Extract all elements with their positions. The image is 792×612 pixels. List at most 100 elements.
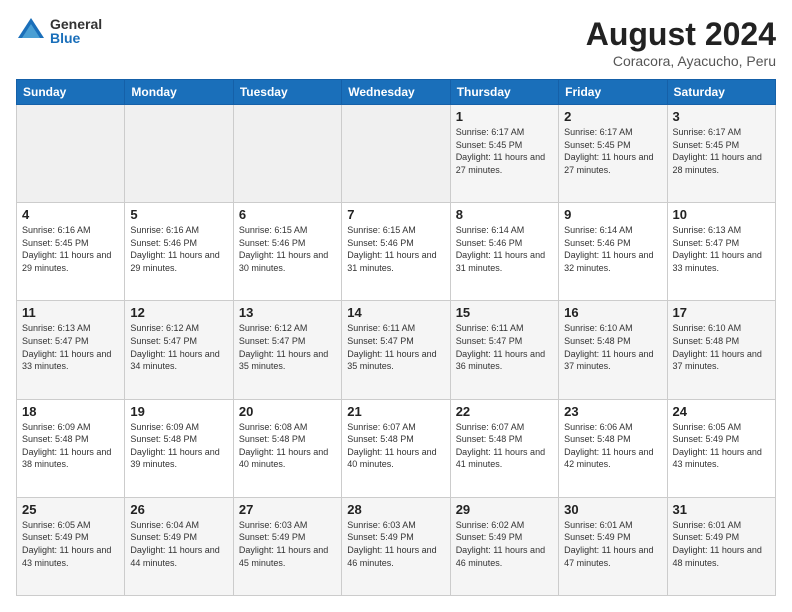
day-info: Sunrise: 6:05 AMSunset: 5:49 PMDaylight:… [22, 519, 119, 569]
calendar-week-1: 1 Sunrise: 6:17 AMSunset: 5:45 PMDaylight… [17, 105, 776, 203]
day-info: Sunrise: 6:05 AMSunset: 5:49 PMDaylight:… [673, 421, 770, 471]
calendar-cell: 17 Sunrise: 6:10 AMSunset: 5:48 PMDayligh… [667, 301, 775, 399]
calendar-cell: 1Sunrise: 6:17 AMSunset: 5:45 PMDaylight… [450, 105, 558, 203]
calendar-cell: 28Sunrise: 6:03 AMSunset: 5:49 PMDayligh… [342, 497, 450, 595]
day-number: 15 [456, 305, 553, 320]
header: General Blue August 2024 Coracora, Ayacu… [16, 16, 776, 69]
day-number: 6 [239, 207, 336, 222]
day-number: 27 [239, 502, 336, 517]
day-number: 11 [22, 305, 119, 320]
calendar-week-4: 18 Sunrise: 6:09 AMSunset: 5:48 PMDayligh… [17, 399, 776, 497]
day-info: Sunrise: 6:01 AMSunset: 5:49 PMDaylight:… [564, 519, 661, 569]
calendar-cell: 29Sunrise: 6:02 AMSunset: 5:49 PMDayligh… [450, 497, 558, 595]
day-number: 7 [347, 207, 444, 222]
calendar-week-5: 25Sunrise: 6:05 AMSunset: 5:49 PMDayligh… [17, 497, 776, 595]
calendar-cell: 25Sunrise: 6:05 AMSunset: 5:49 PMDayligh… [17, 497, 125, 595]
calendar: SundayMondayTuesdayWednesdayThursdayFrid… [16, 79, 776, 596]
day-header-sunday: Sunday [17, 80, 125, 105]
header-row: SundayMondayTuesdayWednesdayThursdayFrid… [17, 80, 776, 105]
day-header-saturday: Saturday [667, 80, 775, 105]
calendar-cell: 20 Sunrise: 6:08 AMSunset: 5:48 PMDayligh… [233, 399, 341, 497]
day-info: Sunrise: 6:15 AMSunset: 5:46 PMDaylight:… [347, 224, 444, 274]
day-number: 20 [239, 404, 336, 419]
calendar-week-2: 4 Sunrise: 6:16 AMSunset: 5:45 PMDaylight… [17, 203, 776, 301]
calendar-cell: 18 Sunrise: 6:09 AMSunset: 5:48 PMDayligh… [17, 399, 125, 497]
calendar-week-3: 11Sunrise: 6:13 AMSunset: 5:47 PMDayligh… [17, 301, 776, 399]
calendar-cell [17, 105, 125, 203]
calendar-cell: 8 Sunrise: 6:14 AMSunset: 5:46 PMDaylight… [450, 203, 558, 301]
calendar-cell: 16 Sunrise: 6:10 AMSunset: 5:48 PMDayligh… [559, 301, 667, 399]
day-info: Sunrise: 6:08 AMSunset: 5:48 PMDaylight:… [239, 421, 336, 471]
day-info: Sunrise: 6:10 AMSunset: 5:48 PMDaylight:… [673, 322, 770, 372]
day-number: 17 [673, 305, 770, 320]
day-info: Sunrise: 6:14 AMSunset: 5:46 PMDaylight:… [564, 224, 661, 274]
calendar-cell [125, 105, 233, 203]
day-number: 14 [347, 305, 444, 320]
calendar-cell: 13Sunrise: 6:12 AMSunset: 5:47 PMDayligh… [233, 301, 341, 399]
day-header-wednesday: Wednesday [342, 80, 450, 105]
logo-text: General Blue [50, 17, 102, 45]
main-title: August 2024 [586, 16, 776, 53]
day-number: 1 [456, 109, 553, 124]
day-info: Sunrise: 6:09 AMSunset: 5:48 PMDaylight:… [22, 421, 119, 471]
logo-icon [16, 16, 46, 46]
day-number: 21 [347, 404, 444, 419]
day-number: 22 [456, 404, 553, 419]
calendar-cell [342, 105, 450, 203]
day-info: Sunrise: 6:16 AMSunset: 5:45 PMDaylight:… [22, 224, 119, 274]
day-header-thursday: Thursday [450, 80, 558, 105]
day-number: 30 [564, 502, 661, 517]
day-header-friday: Friday [559, 80, 667, 105]
calendar-cell: 12Sunrise: 6:12 AMSunset: 5:47 PMDayligh… [125, 301, 233, 399]
day-info: Sunrise: 6:13 AMSunset: 5:47 PMDaylight:… [673, 224, 770, 274]
day-info: Sunrise: 6:10 AMSunset: 5:48 PMDaylight:… [564, 322, 661, 372]
logo: General Blue [16, 16, 102, 46]
day-info: Sunrise: 6:09 AMSunset: 5:48 PMDaylight:… [130, 421, 227, 471]
day-number: 3 [673, 109, 770, 124]
day-number: 26 [130, 502, 227, 517]
day-info: Sunrise: 6:17 AMSunset: 5:45 PMDaylight:… [673, 126, 770, 176]
day-number: 19 [130, 404, 227, 419]
day-info: Sunrise: 6:17 AMSunset: 5:45 PMDaylight:… [564, 126, 661, 176]
calendar-cell: 23Sunrise: 6:06 AMSunset: 5:48 PMDayligh… [559, 399, 667, 497]
subtitle: Coracora, Ayacucho, Peru [586, 53, 776, 69]
day-info: Sunrise: 6:11 AMSunset: 5:47 PMDaylight:… [347, 322, 444, 372]
title-block: August 2024 Coracora, Ayacucho, Peru [586, 16, 776, 69]
calendar-cell: 3 Sunrise: 6:17 AMSunset: 5:45 PMDaylight… [667, 105, 775, 203]
day-number: 4 [22, 207, 119, 222]
calendar-cell: 6 Sunrise: 6:15 AMSunset: 5:46 PMDaylight… [233, 203, 341, 301]
day-info: Sunrise: 6:04 AMSunset: 5:49 PMDaylight:… [130, 519, 227, 569]
day-number: 5 [130, 207, 227, 222]
calendar-cell: 26 Sunrise: 6:04 AMSunset: 5:49 PMDayligh… [125, 497, 233, 595]
day-info: Sunrise: 6:11 AMSunset: 5:47 PMDaylight:… [456, 322, 553, 372]
day-number: 18 [22, 404, 119, 419]
day-number: 24 [673, 404, 770, 419]
day-info: Sunrise: 6:15 AMSunset: 5:46 PMDaylight:… [239, 224, 336, 274]
calendar-cell [233, 105, 341, 203]
calendar-cell: 10Sunrise: 6:13 AMSunset: 5:47 PMDayligh… [667, 203, 775, 301]
calendar-cell: 22Sunrise: 6:07 AMSunset: 5:48 PMDayligh… [450, 399, 558, 497]
day-info: Sunrise: 6:14 AMSunset: 5:46 PMDaylight:… [456, 224, 553, 274]
day-number: 8 [456, 207, 553, 222]
calendar-cell: 2Sunrise: 6:17 AMSunset: 5:45 PMDaylight… [559, 105, 667, 203]
calendar-cell: 19 Sunrise: 6:09 AMSunset: 5:48 PMDayligh… [125, 399, 233, 497]
calendar-body: 1 Sunrise: 6:17 AMSunset: 5:45 PMDaylight… [17, 105, 776, 596]
calendar-cell: 5Sunrise: 6:16 AMSunset: 5:46 PMDaylight… [125, 203, 233, 301]
day-number: 31 [673, 502, 770, 517]
day-header-monday: Monday [125, 80, 233, 105]
day-number: 23 [564, 404, 661, 419]
day-number: 16 [564, 305, 661, 320]
day-info: Sunrise: 6:03 AMSunset: 5:49 PMDaylight:… [239, 519, 336, 569]
day-number: 28 [347, 502, 444, 517]
calendar-cell: 21 Sunrise: 6:07 AMSunset: 5:48 PMDayligh… [342, 399, 450, 497]
calendar-cell: 4 Sunrise: 6:16 AMSunset: 5:45 PMDaylight… [17, 203, 125, 301]
day-info: Sunrise: 6:12 AMSunset: 5:47 PMDaylight:… [130, 322, 227, 372]
calendar-cell: 11Sunrise: 6:13 AMSunset: 5:47 PMDayligh… [17, 301, 125, 399]
logo-general: General [50, 17, 102, 31]
day-info: Sunrise: 6:01 AMSunset: 5:49 PMDaylight:… [673, 519, 770, 569]
day-info: Sunrise: 6:07 AMSunset: 5:48 PMDaylight:… [347, 421, 444, 471]
calendar-cell: 24 Sunrise: 6:05 AMSunset: 5:49 PMDayligh… [667, 399, 775, 497]
page: General Blue August 2024 Coracora, Ayacu… [0, 0, 792, 612]
calendar-cell: 27 Sunrise: 6:03 AMSunset: 5:49 PMDayligh… [233, 497, 341, 595]
day-info: Sunrise: 6:02 AMSunset: 5:49 PMDaylight:… [456, 519, 553, 569]
